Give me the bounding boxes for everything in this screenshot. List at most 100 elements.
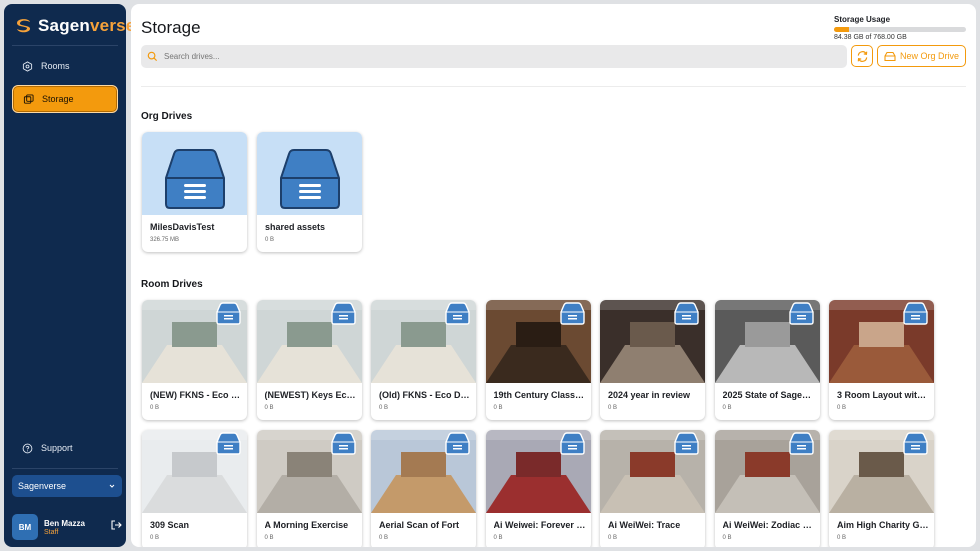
room-drive-card[interactable]: Ai Weiwei: Forever Bicycles 0 B bbox=[485, 430, 591, 547]
sidebar-item-label: Rooms bbox=[41, 61, 70, 71]
drive-size: 326.75 MB bbox=[150, 237, 180, 243]
help-circle-icon bbox=[22, 443, 33, 453]
drive-badge-icon bbox=[559, 432, 585, 455]
drive-name: 309 Scan bbox=[150, 520, 190, 530]
drive-size: 0 B bbox=[379, 405, 389, 411]
user-profile: BM Ben Mazza Staff bbox=[12, 511, 122, 543]
sidebar-item-storage[interactable]: Storage bbox=[12, 85, 118, 113]
drive-name: shared assets bbox=[265, 222, 326, 232]
room-drive-card[interactable]: 309 Scan 0 B bbox=[142, 430, 247, 547]
drive-thumbnail bbox=[142, 132, 247, 215]
room-drives-title: Room Drives bbox=[141, 279, 203, 290]
org-select-value: Sagenverse bbox=[18, 481, 67, 491]
room-drive-card[interactable]: Aim High Charity Gala 0 B bbox=[829, 430, 934, 547]
drive-size: 0 B bbox=[837, 535, 847, 541]
drive-badge-icon bbox=[330, 432, 356, 455]
drive-size: 0 B bbox=[379, 535, 389, 541]
new-org-drive-button[interactable]: New Org Drive bbox=[877, 45, 966, 67]
drive-badge-icon bbox=[674, 302, 699, 325]
drive-name: A Morning Exercise bbox=[264, 520, 349, 530]
drive-icon bbox=[165, 149, 225, 209]
room-drive-card[interactable]: Ai WeiWei: Zodiac Heads 0 B bbox=[714, 430, 820, 547]
drive-size: 0 B bbox=[493, 405, 503, 411]
new-org-drive-label: New Org Drive bbox=[899, 51, 959, 61]
sidebar-divider bbox=[12, 468, 118, 469]
drive-name: Ai Weiwei: Forever Bicycles bbox=[493, 520, 586, 530]
storage-icon bbox=[23, 93, 34, 104]
drive-size: 0 B bbox=[837, 405, 847, 411]
drive-size: 0 B bbox=[608, 405, 618, 411]
room-drive-card[interactable]: Aerial Scan of Fort 0 B bbox=[371, 430, 476, 547]
drive-size: 0 B bbox=[264, 535, 274, 541]
sidebar-item-rooms[interactable]: Rooms bbox=[12, 52, 118, 80]
drive-name: 2024 year in review bbox=[608, 390, 691, 400]
sidebar: Sagenverse Rooms Storage Support Sagenve… bbox=[4, 4, 135, 547]
room-drive-card[interactable]: (NEW) FKNS - Eco Dinner 0 B bbox=[142, 300, 247, 420]
org-drives-title: Org Drives bbox=[141, 111, 193, 122]
drive-thumbnail bbox=[257, 132, 362, 215]
logout-icon[interactable] bbox=[110, 519, 122, 531]
chevron-down-icon bbox=[109, 484, 115, 488]
drive-name: 2025 State of Sagenverse bbox=[722, 390, 815, 400]
sidebar-divider bbox=[12, 45, 118, 46]
room-drive-card[interactable]: Ai WeiWei: Trace 0 B bbox=[600, 430, 705, 547]
room-drive-card[interactable]: 3 Room Layout with Gallery 0 B bbox=[829, 300, 934, 420]
drive-name: (Old) FKNS - Eco Dinner bbox=[379, 390, 471, 400]
room-drive-card[interactable]: A Morning Exercise 0 B bbox=[256, 430, 362, 547]
storage-usage-fill bbox=[834, 27, 849, 32]
search-input[interactable] bbox=[164, 52, 764, 61]
drive-badge-icon bbox=[903, 432, 928, 455]
drive-badge-icon bbox=[330, 302, 356, 325]
storage-usage-label: Storage Usage bbox=[834, 15, 891, 24]
hexagon-icon bbox=[22, 60, 33, 72]
sagenverse-logo-icon bbox=[17, 19, 31, 33]
drive-size: 0 B bbox=[150, 405, 160, 411]
drive-name: Aim High Charity Gala bbox=[837, 520, 929, 530]
storage-usage-text: 84.38 GB of 768.00 GB bbox=[834, 34, 907, 41]
org-select[interactable]: Sagenverse bbox=[12, 475, 122, 497]
brand-name: Sagenverse bbox=[38, 16, 136, 35]
drive-badge-icon bbox=[788, 432, 814, 455]
room-drive-card[interactable]: (Old) FKNS - Eco Dinner 0 B bbox=[371, 300, 476, 420]
drive-badge-icon bbox=[674, 432, 699, 455]
drive-size: 0 B bbox=[722, 405, 732, 411]
room-drive-card[interactable]: 2025 State of Sagenverse 0 B bbox=[714, 300, 820, 420]
sidebar-item-support[interactable]: Support bbox=[12, 434, 118, 462]
drive-badge-icon bbox=[788, 302, 814, 325]
room-drive-card[interactable]: 2024 year in review 0 B bbox=[600, 300, 705, 420]
refresh-icon bbox=[857, 50, 867, 62]
drive-name: 19th Century Classroom bbox=[493, 390, 586, 400]
main-panel: Storage Storage Usage 84.38 GB of 768.00… bbox=[131, 4, 976, 547]
storage-usage: Storage Usage 84.38 GB of 768.00 GB bbox=[834, 15, 966, 41]
drive-icon bbox=[884, 51, 896, 61]
sidebar-item-label: Storage bbox=[42, 94, 74, 104]
drive-name: Ai WeiWei: Trace bbox=[608, 520, 681, 530]
storage-usage-bar bbox=[834, 27, 966, 32]
brand-logo[interactable]: Sagenverse bbox=[14, 16, 135, 36]
drive-badge-icon bbox=[216, 432, 241, 455]
drive-name: Aerial Scan of Fort bbox=[379, 520, 460, 530]
user-name: Ben Mazza bbox=[44, 518, 85, 528]
drive-name: Ai WeiWei: Zodiac Heads bbox=[722, 520, 815, 530]
drive-size: 0 B bbox=[264, 405, 274, 411]
search-bar[interactable] bbox=[141, 45, 847, 68]
user-role: Staff bbox=[44, 528, 59, 536]
room-drive-card[interactable]: 19th Century Classroom 0 B bbox=[485, 300, 591, 420]
avatar[interactable]: BM bbox=[12, 514, 38, 540]
refresh-button[interactable] bbox=[851, 45, 873, 67]
drive-badge-icon bbox=[559, 302, 585, 325]
drive-icon bbox=[280, 149, 340, 209]
header-divider bbox=[141, 86, 966, 87]
org-drive-card[interactable]: shared assets 0 B bbox=[257, 132, 362, 252]
sidebar-item-label: Support bbox=[41, 443, 73, 453]
drive-name: (NEW) FKNS - Eco Dinner bbox=[150, 390, 242, 400]
drive-size: 0 B bbox=[493, 535, 503, 541]
drive-size: 0 B bbox=[608, 535, 618, 541]
org-drive-card[interactable]: MilesDavisTest 326.75 MB bbox=[142, 132, 247, 252]
drive-size: 0 B bbox=[150, 535, 160, 541]
room-drive-card[interactable]: (NEWEST) Keys Eco Dinner 0 B bbox=[256, 300, 362, 420]
drive-badge-icon bbox=[445, 432, 470, 455]
drive-name: 3 Room Layout with Gallery bbox=[837, 390, 929, 400]
drive-badge-icon bbox=[445, 302, 470, 325]
search-icon bbox=[147, 51, 158, 62]
